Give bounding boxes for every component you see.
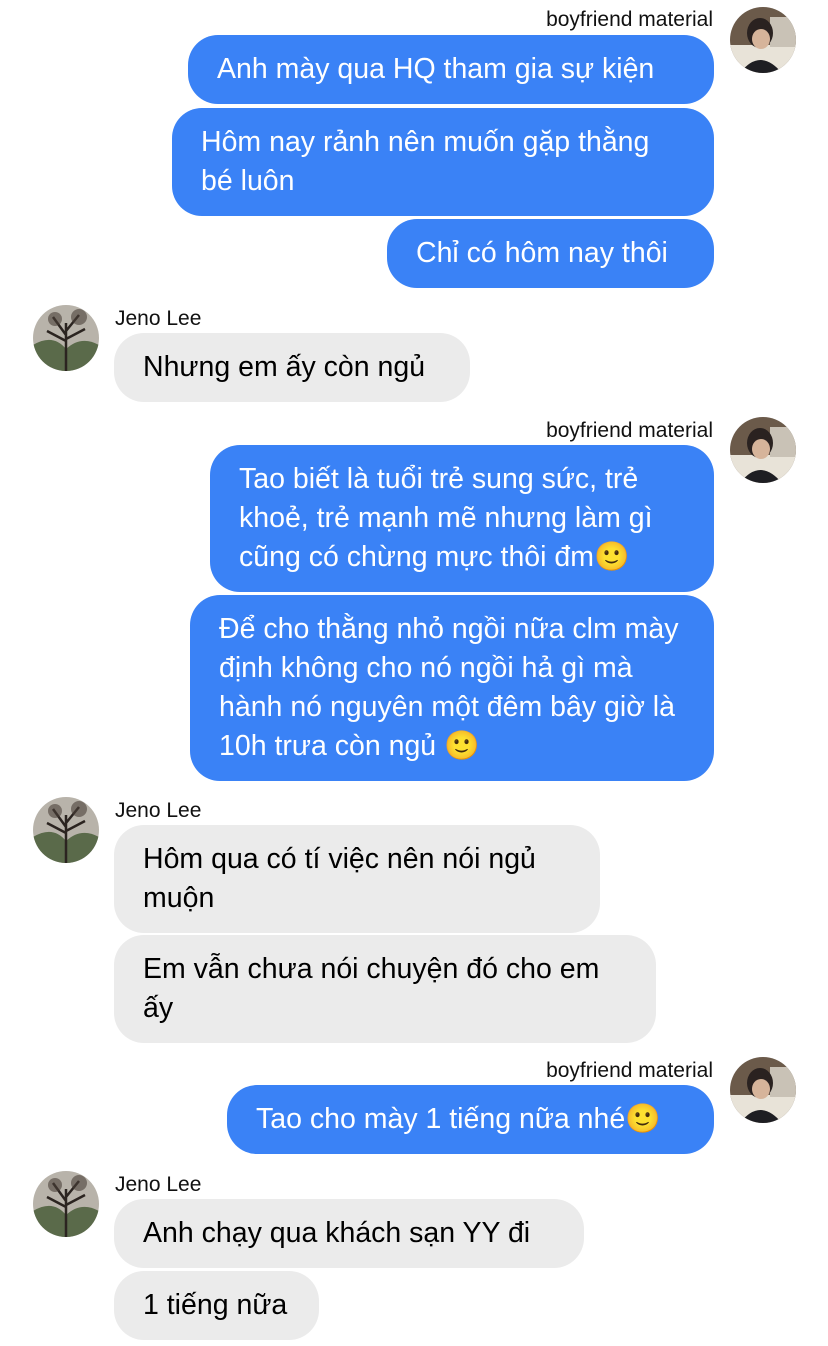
sender-name: Jeno Lee: [115, 1173, 202, 1196]
message-bubble-incoming[interactable]: 1 tiếng nữa: [114, 1271, 319, 1340]
message-bubble-outgoing[interactable]: Tao biết là tuổi trẻ sung sức, trẻ khoẻ,…: [210, 445, 714, 592]
boyfriend-material-avatar-icon[interactable]: [730, 417, 796, 483]
boyfriend-material-avatar-icon[interactable]: [730, 1057, 796, 1123]
sender-name: Jeno Lee: [115, 799, 202, 822]
message-bubble-outgoing[interactable]: Để cho thằng nhỏ ngồi nữa clm mày định k…: [190, 595, 714, 781]
sender-name: boyfriend material: [546, 1059, 713, 1082]
message-bubble-outgoing[interactable]: Chỉ có hôm nay thôi: [387, 219, 714, 288]
jeno-lee-avatar-icon[interactable]: [33, 1171, 99, 1237]
sender-name: boyfriend material: [546, 8, 713, 31]
message-bubble-incoming[interactable]: Nhưng em ấy còn ngủ: [114, 333, 470, 402]
sender-name: Jeno Lee: [115, 307, 202, 330]
sender-name: boyfriend material: [546, 419, 713, 442]
message-bubble-outgoing[interactable]: Hôm nay rảnh nên muốn gặp thằng bé luôn: [172, 108, 714, 216]
jeno-lee-avatar-icon[interactable]: [33, 305, 99, 371]
jeno-lee-avatar-icon[interactable]: [33, 797, 99, 863]
message-bubble-incoming[interactable]: Hôm qua có tí việc nên nói ngủ muộn: [114, 825, 600, 933]
message-bubble-outgoing[interactable]: Tao cho mày 1 tiếng nữa nhé🙂: [227, 1085, 714, 1154]
boyfriend-material-avatar-icon[interactable]: [730, 7, 796, 73]
message-bubble-incoming[interactable]: Anh chạy qua khách sạn YY đi: [114, 1199, 584, 1268]
message-bubble-incoming[interactable]: Em vẫn chưa nói chuyện đó cho em ấy: [114, 935, 656, 1043]
message-bubble-outgoing[interactable]: Anh mày qua HQ tham gia sự kiện: [188, 35, 714, 104]
